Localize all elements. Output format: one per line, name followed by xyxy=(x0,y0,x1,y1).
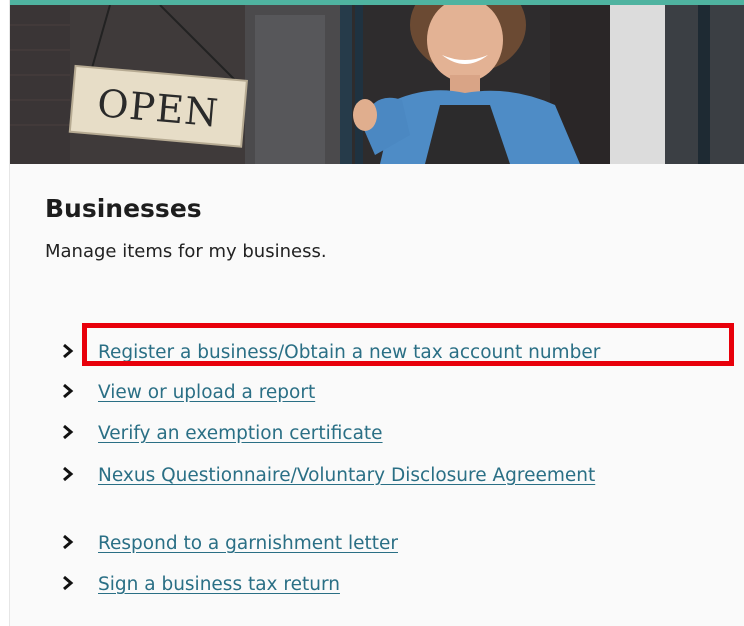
section-title: Businesses xyxy=(45,194,202,223)
chevron-right-icon xyxy=(58,380,80,402)
hero-image: OPEN xyxy=(10,5,744,164)
nexus-questionnaire-link[interactable]: Nexus Questionnaire/Voluntary Disclosure… xyxy=(98,462,618,489)
chevron-right-icon xyxy=(58,340,80,362)
list-item: View or upload a report xyxy=(58,379,315,406)
list-item: Verify an exemption certificate xyxy=(58,420,383,447)
chevron-right-icon xyxy=(58,421,80,443)
section-subtitle: Manage items for my business. xyxy=(45,241,327,262)
chevron-right-icon xyxy=(58,531,80,553)
chevron-right-icon xyxy=(58,572,80,594)
list-item: Respond to a garnishment letter xyxy=(58,530,398,557)
view-upload-report-link[interactable]: View or upload a report xyxy=(98,379,315,406)
list-item: Sign a business tax return xyxy=(58,571,340,598)
businesses-card: OPEN Businesses Manage items for my busi… xyxy=(9,0,744,626)
respond-garnishment-letter-link[interactable]: Respond to a garnishment letter xyxy=(98,530,398,557)
list-item: Nexus Questionnaire/Voluntary Disclosure… xyxy=(58,462,618,489)
top-accent-bar xyxy=(10,0,744,5)
chevron-right-icon xyxy=(58,463,80,485)
verify-exemption-certificate-link[interactable]: Verify an exemption certificate xyxy=(98,420,383,447)
content-area: Businesses Manage items for my business.… xyxy=(10,164,744,626)
highlight-box xyxy=(82,323,734,366)
sign-business-tax-return-link[interactable]: Sign a business tax return xyxy=(98,571,340,598)
